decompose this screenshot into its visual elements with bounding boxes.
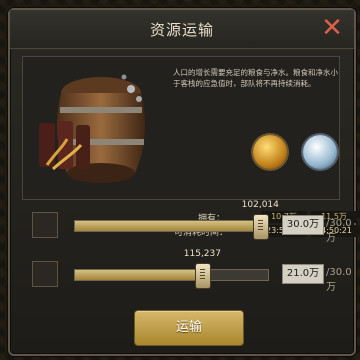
water-slider-fill (75, 270, 203, 280)
info-panel: 人口的增长需要充足的粮食与净水。粮食和净水小于客栈的应急值时，部队将不再持续消耗… (22, 56, 357, 238)
wheat-meat-icon (32, 212, 58, 238)
food-slider-value: 102,014 (241, 200, 279, 210)
food-amount-input[interactable]: 30.0万 (282, 215, 324, 235)
water-slider-value: 115,237 (183, 249, 221, 259)
food-max-label: /30.0万 (326, 218, 352, 244)
water-drop-icon (32, 261, 58, 287)
water-slider-track[interactable]: 115,237 (74, 249, 269, 289)
close-icon[interactable]: ✕ (320, 15, 344, 41)
water-amount-input[interactable]: 21.0万 (282, 264, 324, 284)
water-drop-icon (303, 135, 337, 169)
water-slider-row: 115,237 21.0万 /30.0万 (24, 249, 354, 293)
resource-transport-dialog: 资源运输 ✕ 人口的增长需要充足的粮食与净水。粮食和净水小于客栈的应急值时，部队… (8, 8, 357, 356)
dialog-header: 资源运输 ✕ (10, 10, 354, 49)
food-slider-row: 102,014 30.0万 /30.0万 (24, 200, 354, 244)
water-max-label: /30.0万 (326, 267, 352, 293)
description-text: 人口的增长需要充足的粮食与净水。粮食和净水小于客栈的应急值时，部队将不再持续消耗… (173, 68, 338, 88)
wheat-meat-icon (253, 135, 287, 169)
dialog-title: 资源运输 (149, 21, 214, 39)
barrel-illustration (39, 74, 145, 183)
food-slider-fill (75, 221, 261, 231)
food-slider-handle[interactable] (253, 214, 270, 240)
food-slider-track[interactable]: 102,014 (74, 200, 279, 240)
water-slider-handle[interactable] (195, 263, 212, 289)
transport-button[interactable]: 运输 (134, 310, 244, 346)
